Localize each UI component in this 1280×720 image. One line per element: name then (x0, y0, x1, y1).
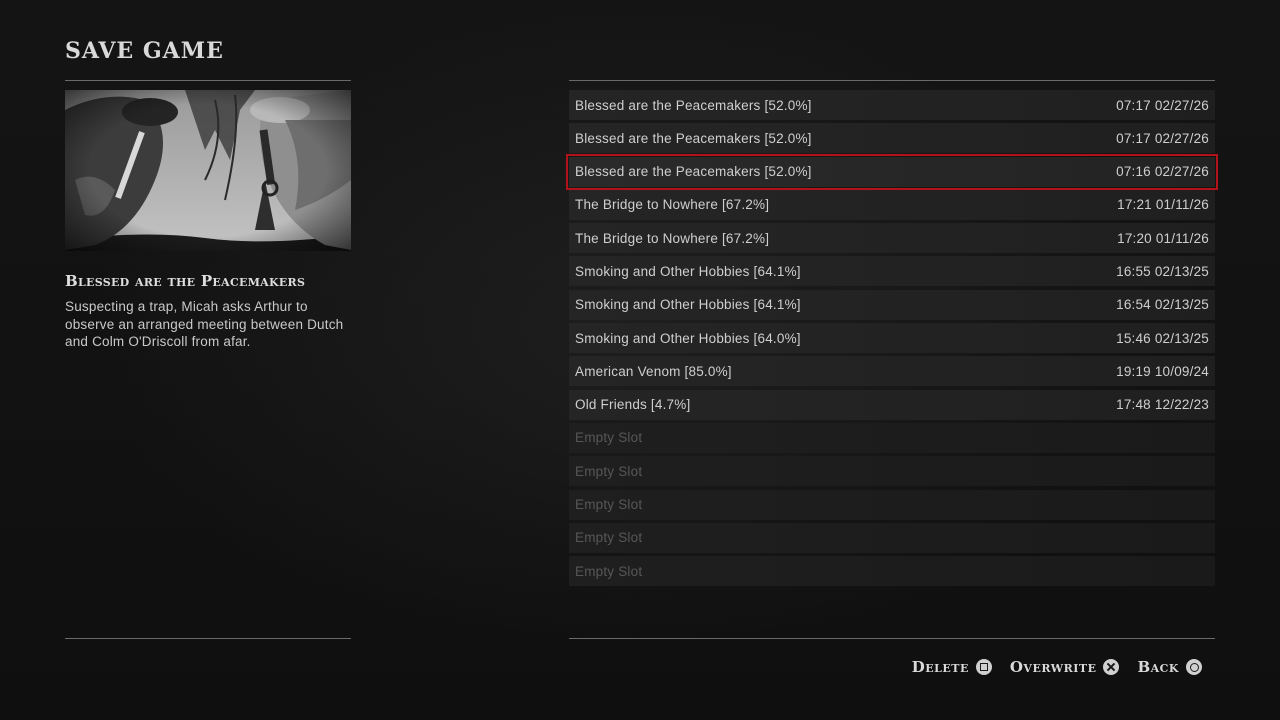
divider (569, 638, 1215, 639)
save-slot[interactable]: Blessed are the Peacemakers [52.0%] 07:17… (569, 90, 1215, 120)
save-slot-name: Empty Slot (575, 497, 643, 513)
save-slot-timestamp: 07:17 02/27/26 (1116, 130, 1209, 146)
button-prompts: Delete Overwrite Back (912, 658, 1202, 676)
mission-description: Suspecting a trap, Micah asks Arthur to … (65, 299, 344, 349)
save-slot-name: Empty Slot (575, 430, 643, 446)
square-button-icon (975, 659, 992, 675)
save-slot-name: Smoking and Other Hobbies [64.0%] (575, 330, 801, 346)
save-slot-timestamp: 07:17 02/27/26 (1116, 97, 1209, 113)
page-title: SAVE GAME (65, 38, 224, 64)
save-slot[interactable]: Smoking and Other Hobbies [64.1%] 16:55 0… (569, 256, 1215, 287)
empty-save-slot[interactable]: Empty Slot (569, 489, 1215, 520)
save-slot-timestamp: 16:55 02/13/25 (1116, 263, 1209, 279)
back-button[interactable]: Back (1137, 658, 1202, 676)
divider (569, 80, 1215, 81)
save-slot-timestamp: 17:21 01/11/26 (1117, 197, 1209, 213)
save-slot-name: Blessed are the Peacemakers [52.0%] (575, 164, 812, 180)
divider (65, 80, 351, 81)
save-preview-image (65, 90, 351, 251)
save-slot[interactable]: Smoking and Other Hobbies [64.0%] 15:46 0… (569, 323, 1215, 354)
save-slot[interactable]: Old Friends [4.7%] 17:48 12/22/23 (569, 389, 1215, 420)
overwrite-label: Overwrite (1009, 658, 1097, 676)
circle-button-icon (1186, 659, 1202, 675)
empty-save-slot[interactable]: Empty Slot (569, 522, 1215, 553)
save-slot-name: Empty Slot (575, 563, 643, 579)
save-slot-timestamp: 19:19 10/09/24 (1116, 363, 1209, 379)
save-slot-timestamp: 15:46 02/13/25 (1116, 330, 1209, 346)
save-slot[interactable]: Blessed are the Peacemakers [52.0%] 07:16… (566, 153, 1218, 190)
empty-save-slot[interactable]: Empty Slot (569, 456, 1215, 487)
save-slot[interactable]: Blessed are the Peacemakers [52.0%] 07:17… (569, 123, 1215, 154)
empty-save-slot[interactable]: Empty Slot (569, 556, 1215, 587)
save-slot-name: Smoking and Other Hobbies [64.1%] (575, 263, 801, 279)
save-slot[interactable]: The Bridge to Nowhere [67.2%] 17:21 01/11… (569, 189, 1215, 220)
save-slot-list: Blessed are the Peacemakers [52.0%] 07:17… (566, 90, 1218, 589)
save-slot-name: Empty Slot (575, 530, 643, 546)
save-slot-name: American Venom [85.0%] (575, 363, 732, 379)
save-slot-name: The Bridge to Nowhere [67.2%] (575, 230, 770, 246)
save-slot-timestamp: 17:20 01/11/26 (1117, 230, 1209, 246)
save-slot-name: Empty Slot (575, 463, 643, 479)
save-slot-name: Smoking and Other Hobbies [64.1%] (575, 297, 801, 313)
overwrite-button[interactable]: Overwrite (1010, 658, 1120, 676)
save-slot-name: The Bridge to Nowhere [67.2%] (575, 197, 770, 213)
empty-save-slot[interactable]: Empty Slot (569, 422, 1215, 453)
delete-label: Delete (911, 658, 969, 676)
mission-title: Blessed are the Peacemakers (65, 272, 306, 290)
delete-button[interactable]: Delete (912, 658, 992, 676)
save-slot[interactable]: The Bridge to Nowhere [67.2%] 17:20 01/11… (569, 223, 1215, 254)
save-slot[interactable]: Smoking and Other Hobbies [64.1%] 16:54 0… (569, 289, 1215, 320)
back-label: Back (1137, 658, 1179, 676)
save-slot-name: Blessed are the Peacemakers [52.0%] (575, 130, 812, 146)
save-slot-name: Blessed are the Peacemakers [52.0%] (575, 97, 812, 113)
save-slot-timestamp: 17:48 12/22/23 (1116, 397, 1209, 413)
cross-button-icon (1103, 659, 1120, 675)
divider (65, 638, 351, 639)
save-slot-timestamp: 16:54 02/13/25 (1116, 297, 1209, 313)
save-slot-timestamp: 07:16 02/27/26 (1116, 164, 1209, 180)
save-slot-name: Old Friends [4.7%] (575, 397, 691, 413)
save-slot[interactable]: American Venom [85.0%] 19:19 10/09/24 (569, 356, 1215, 387)
